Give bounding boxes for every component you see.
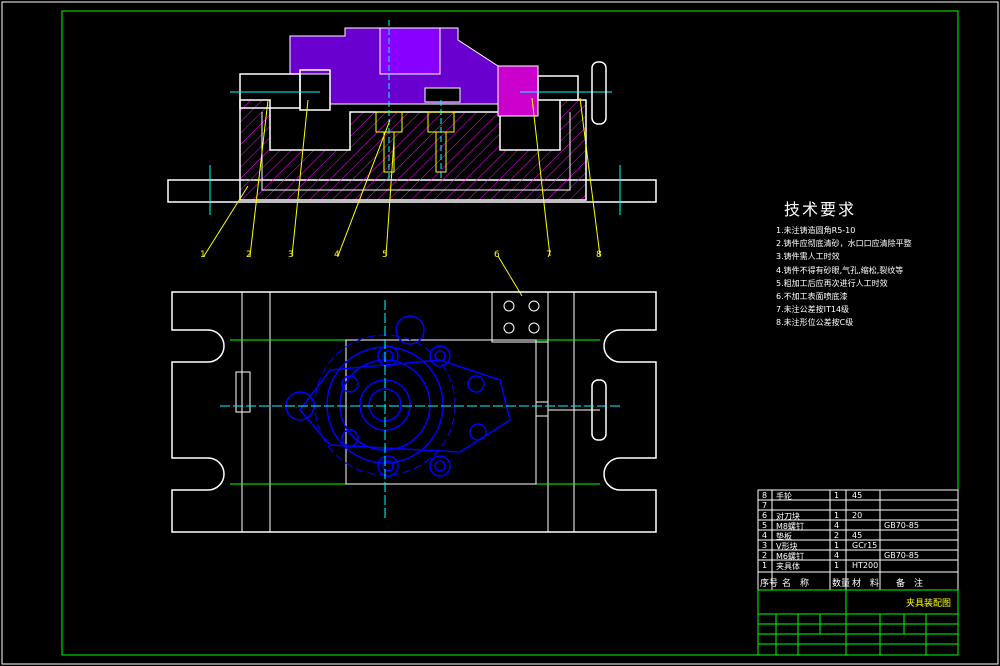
bom-cell-no: 1 bbox=[762, 561, 768, 570]
tech-requirement-item: 1.未注铸造圆角R5-10 bbox=[776, 226, 856, 235]
bom-header-material: 材 料 bbox=[852, 579, 880, 589]
bom-row: 6 对刀块 1 20 bbox=[760, 511, 958, 521]
bom-cell-material: 45 bbox=[852, 491, 863, 500]
bom-cell-qty: 1 bbox=[834, 561, 840, 570]
bom-cell-no: 5 bbox=[762, 521, 768, 530]
bom-cell-qty: 4 bbox=[834, 551, 840, 560]
bom-cell-no: 4 bbox=[762, 531, 768, 540]
bom-cell-no: 3 bbox=[762, 541, 768, 550]
bom-row: 8 手轮 1 45 bbox=[760, 491, 958, 501]
bom-cell-material: 45 bbox=[852, 531, 863, 540]
tech-requirement-item: 4.铸件不得有砂眼,气孔,缩松,裂纹等 bbox=[776, 265, 904, 275]
tech-requirement-item: 2.铸件应彻底清砂，水口口应清除平整 bbox=[776, 239, 912, 249]
bom-row: 7 bbox=[760, 501, 958, 511]
bom-cell-no: 2 bbox=[762, 551, 768, 560]
tech-requirement-item: 6.不加工表面喷底漆 bbox=[776, 292, 848, 302]
tech-requirement-item: 5.粗加工后应再次进行人工时效 bbox=[776, 278, 888, 288]
bom-cell-material: GCr15 bbox=[852, 541, 878, 550]
bom-cell-no: 6 bbox=[762, 511, 768, 520]
bom-row: 1 夹具体 1 HT200 bbox=[760, 561, 958, 571]
bom-cell-qty: 1 bbox=[834, 541, 840, 550]
bom-cell-no: 8 bbox=[762, 491, 768, 500]
drawing-name: 夹具装配图 bbox=[906, 599, 952, 609]
cad-drawing-canvas: 1 2 3 4 5 6 7 8 技术要求 1.未注铸造圆角R5-10 2.铸件应… bbox=[0, 0, 1000, 666]
bom-cell-note: GB70-85 bbox=[884, 551, 919, 560]
balloon-1: 1 bbox=[200, 250, 206, 260]
tech-requirement-item: 3.铸件需人工时效 bbox=[776, 252, 840, 262]
bom-cell-no: 7 bbox=[762, 501, 768, 510]
bom-cell-qty: 1 bbox=[834, 511, 840, 520]
balloon-8: 8 bbox=[596, 250, 602, 260]
bom-cell-material: 20 bbox=[852, 511, 863, 520]
balloon-4: 4 bbox=[334, 250, 340, 260]
tech-requirements-list: 1.未注铸造圆角R5-10 2.铸件应彻底清砂，水口口应清除平整 3.铸件需人工… bbox=[776, 224, 912, 330]
tech-requirement-item: 7.未注公差按IT14级 bbox=[776, 305, 850, 315]
bom-cell-qty: 4 bbox=[834, 521, 840, 530]
balloon-7: 7 bbox=[546, 250, 552, 260]
balloon-2: 2 bbox=[246, 250, 252, 260]
bom-header-qty: 数量 bbox=[832, 579, 851, 589]
balloon-5: 5 bbox=[382, 250, 388, 260]
balloon-6: 6 bbox=[494, 250, 500, 260]
bom-cell-note: GB70-85 bbox=[884, 521, 919, 530]
bom-row: 3 V形块 1 GCr15 bbox=[760, 541, 958, 551]
bom-row: 2 M6螺钉 4 GB70-85 bbox=[760, 551, 958, 561]
top-plan-view bbox=[171, 291, 657, 533]
bom-row: 4 垫板 2 45 bbox=[760, 531, 958, 541]
bom-header-name: 名 称 bbox=[782, 579, 810, 589]
bom-cell-material: HT200 bbox=[852, 561, 879, 570]
bom-header: 序号名 称 数量材 料 备 注 bbox=[760, 572, 958, 590]
tech-requirement-item: 8.未注形位公差按C级 bbox=[776, 318, 854, 328]
bom-cell-qty: 1 bbox=[834, 491, 840, 500]
bom-cell-name: 夹具体 bbox=[776, 562, 800, 571]
bom-row: 5 M8螺钉 4 GB70-85 bbox=[760, 521, 958, 531]
bom-cell-qty: 2 bbox=[834, 531, 840, 540]
bom-header-no: 序号 bbox=[760, 579, 779, 589]
tech-requirements-title: 技术要求 bbox=[784, 200, 857, 219]
balloon-3: 3 bbox=[288, 250, 294, 260]
bom-header-note: 备 注 bbox=[896, 579, 924, 589]
